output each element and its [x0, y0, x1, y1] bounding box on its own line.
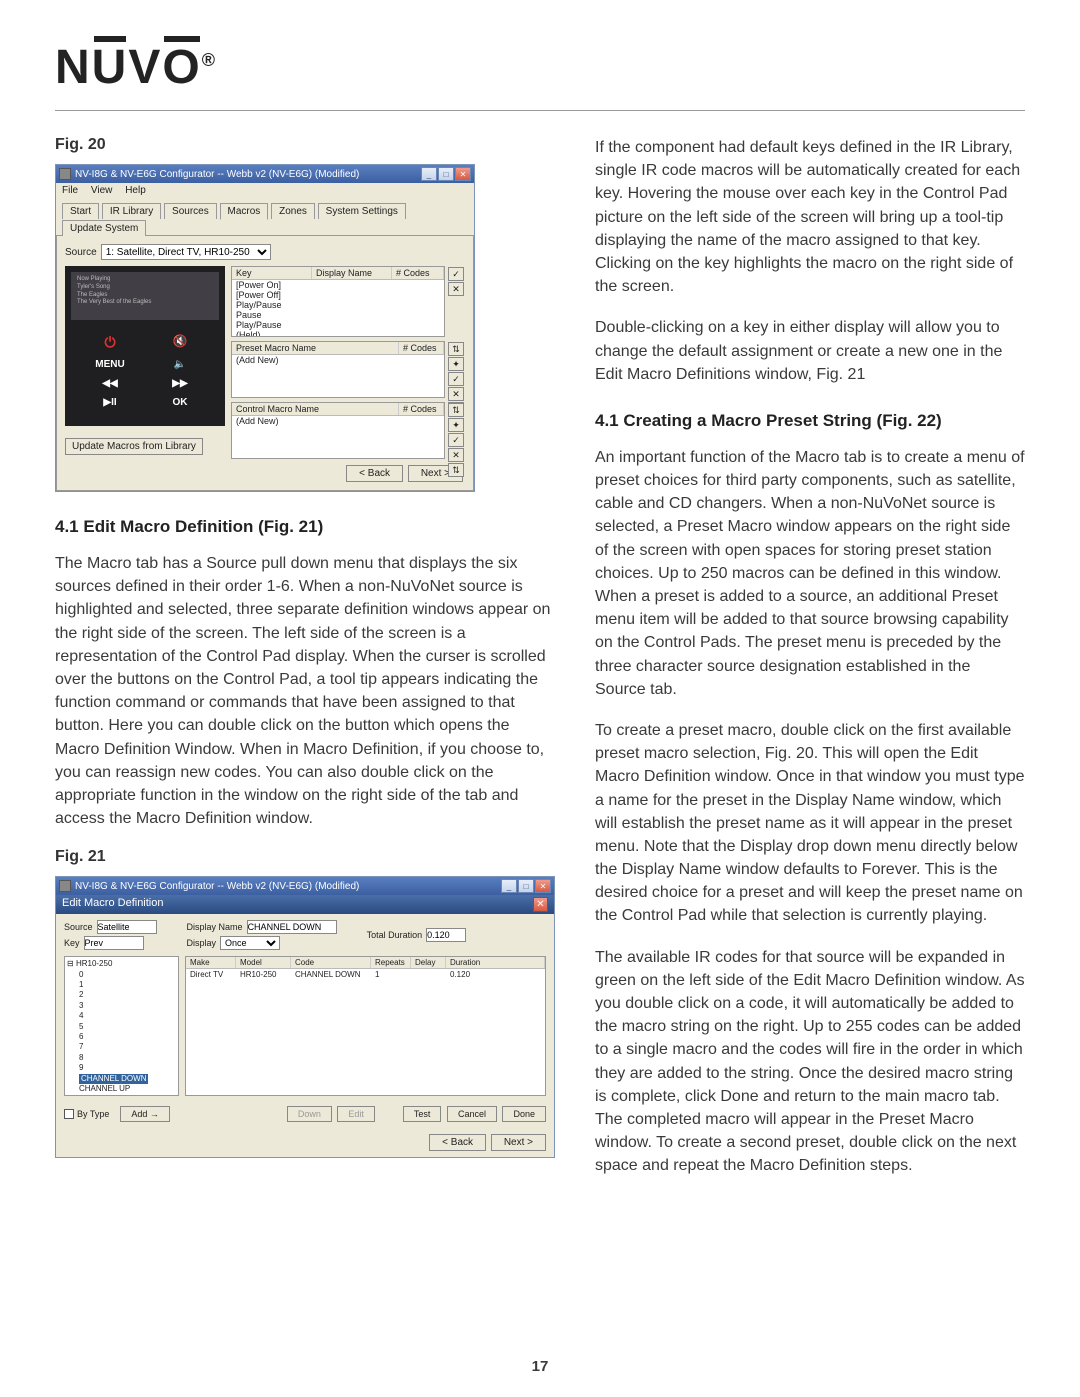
- subhead-41-edit: 4.1 Edit Macro Definition (Fig. 21): [55, 517, 555, 537]
- brand-logo: NUVO®: [55, 40, 1025, 95]
- cp-menu-button[interactable]: MENU: [85, 359, 135, 370]
- fig21-title: NV-I8G & NV-E6G Configurator -- Webb v2 …: [75, 881, 501, 892]
- add-icon[interactable]: ✦: [448, 418, 464, 432]
- th-controlcodes: # Codes: [399, 403, 444, 415]
- tab-updatesystem[interactable]: Update System: [62, 220, 146, 236]
- close-button[interactable]: ✕: [535, 879, 551, 893]
- add-button[interactable]: Add →: [120, 1106, 170, 1122]
- test-button[interactable]: Test: [403, 1106, 442, 1122]
- right-para1: If the component had default keys define…: [595, 136, 1025, 298]
- delete-icon[interactable]: ✕: [448, 448, 464, 462]
- cp-power-button[interactable]: ⏻: [85, 334, 135, 351]
- fig20-window: NV-I8G & NV-E6G Configurator -- Webb v2 …: [55, 164, 475, 492]
- control-pad-preview: Now Playing Tyler's Song The Eagles The …: [65, 266, 225, 426]
- tab-start[interactable]: Start: [62, 203, 99, 219]
- lbl-display: Display: [187, 938, 217, 948]
- source-label: Source: [65, 247, 97, 258]
- fig21-titlebar: NV-I8G & NV-E6G Configurator -- Webb v2 …: [56, 877, 554, 895]
- macro-grid[interactable]: Make Model Code Repeats Delay Duration D…: [185, 956, 546, 1096]
- menu-file[interactable]: File: [62, 185, 78, 196]
- back-button[interactable]: < Back: [346, 465, 403, 482]
- preset-table-body[interactable]: (Add New): [232, 355, 444, 397]
- lbl-totaldur: Total Duration: [367, 930, 423, 940]
- maximize-button[interactable]: □: [518, 879, 534, 893]
- menubar[interactable]: File View Help: [56, 183, 474, 198]
- th-presetname: Preset Macro Name: [232, 342, 399, 354]
- lbl-key: Key: [64, 938, 80, 948]
- th-key: Key: [232, 267, 312, 279]
- cp-mute-button[interactable]: 🔇: [155, 334, 205, 351]
- page-number: 17: [532, 1358, 549, 1375]
- right-para4: To create a preset macro, double click o…: [595, 719, 1025, 928]
- menu-view[interactable]: View: [91, 185, 113, 196]
- fig20-caption: Fig. 20: [55, 136, 555, 154]
- edit-macro-header: Edit Macro Definition ✕: [56, 895, 554, 914]
- apply-icon[interactable]: ✓: [448, 372, 464, 386]
- cp-playpause-button[interactable]: ▶II: [85, 397, 135, 408]
- cp-next-button[interactable]: ▶▶: [155, 378, 205, 389]
- menu-help[interactable]: Help: [125, 185, 146, 196]
- right-para2: Double-clicking on a key in either displ…: [595, 316, 1025, 386]
- right-column: If the component had default keys define…: [595, 136, 1025, 1196]
- subhead-41-create: 4.1 Creating a Macro Preset String (Fig.…: [595, 411, 1025, 431]
- next-button[interactable]: Next >: [491, 1134, 546, 1151]
- cp-prev-button[interactable]: ◀◀: [85, 378, 135, 389]
- fig20-titlebar: NV-I8G & NV-E6G Configurator -- Webb v2 …: [56, 165, 474, 183]
- right-para5: The available IR codes for that source w…: [595, 946, 1025, 1178]
- lbl-source: Source: [64, 922, 93, 932]
- down-button[interactable]: Down: [287, 1106, 332, 1122]
- apply-icon[interactable]: ✓: [448, 267, 464, 281]
- app-icon: [59, 880, 71, 892]
- control-table-body[interactable]: (Add New): [232, 416, 444, 458]
- maximize-button[interactable]: □: [438, 167, 454, 181]
- header-rule: [55, 110, 1025, 111]
- right-para3: An important function of the Macro tab i…: [595, 446, 1025, 701]
- source-select[interactable]: 1: Satellite, Direct TV, HR10-250: [101, 244, 271, 260]
- cp-ok-button[interactable]: OK: [155, 397, 205, 408]
- delete-icon[interactable]: ✕: [448, 282, 464, 296]
- fig21-caption: Fig. 21: [55, 848, 555, 866]
- tabstrip: Start IR Library Sources Macros Zones Sy…: [56, 198, 474, 235]
- th-presetcodes: # Codes: [399, 342, 444, 354]
- fig20-title: NV-I8G & NV-E6G Configurator -- Webb v2 …: [75, 169, 421, 180]
- source-field: [97, 920, 157, 934]
- left-column: Fig. 20 NV-I8G & NV-E6G Configurator -- …: [55, 136, 555, 1196]
- display-select[interactable]: Once: [220, 936, 280, 950]
- apply-icon[interactable]: ✓: [448, 433, 464, 447]
- control-pad-lcd: Now Playing Tyler's Song The Eagles The …: [71, 272, 219, 320]
- app-icon: [59, 168, 71, 180]
- move-icon[interactable]: ⇅: [448, 403, 464, 417]
- close-panel-button[interactable]: ✕: [533, 897, 548, 912]
- close-button[interactable]: ✕: [455, 167, 471, 181]
- add-icon[interactable]: ✦: [448, 357, 464, 371]
- key-table-body[interactable]: [Power On] [Power Off] Play/Pause Pause …: [232, 280, 444, 336]
- th-codes: # Codes: [392, 267, 444, 279]
- tab-sources[interactable]: Sources: [164, 203, 217, 219]
- dispname-field[interactable]: [247, 920, 337, 934]
- move-icon[interactable]: ⇅: [448, 342, 464, 356]
- tab-zones[interactable]: Zones: [271, 203, 315, 219]
- back-button[interactable]: < Back: [429, 1134, 486, 1151]
- tab-systemsettings[interactable]: System Settings: [318, 203, 406, 219]
- cancel-button[interactable]: Cancel: [447, 1106, 497, 1122]
- para-41: The Macro tab has a Source pull down men…: [55, 552, 555, 830]
- lbl-dispname: Display Name: [187, 922, 243, 932]
- minimize-button[interactable]: _: [421, 167, 437, 181]
- key-field: [84, 936, 144, 950]
- th-controlname: Control Macro Name: [232, 403, 399, 415]
- cp-volume-button[interactable]: 🔈: [155, 359, 205, 370]
- totaldur-field: [426, 928, 466, 942]
- delete-icon[interactable]: ✕: [448, 387, 464, 401]
- fig21-window: NV-I8G & NV-E6G Configurator -- Webb v2 …: [55, 876, 555, 1158]
- code-tree[interactable]: ⊟ HR10-250 0 1 2 3 4 5 6 7 8 9 CHANNEL D…: [64, 956, 179, 1096]
- edit-button[interactable]: Edit: [337, 1106, 375, 1122]
- move-icon[interactable]: ⇅: [448, 463, 464, 477]
- update-macros-button[interactable]: Update Macros from Library: [65, 438, 203, 455]
- minimize-button[interactable]: _: [501, 879, 517, 893]
- bytype-checkbox[interactable]: By Type: [64, 1109, 109, 1119]
- tab-macros[interactable]: Macros: [220, 203, 269, 220]
- done-button[interactable]: Done: [502, 1106, 546, 1122]
- th-displayname: Display Name: [312, 267, 392, 279]
- tab-irlibrary[interactable]: IR Library: [102, 203, 161, 219]
